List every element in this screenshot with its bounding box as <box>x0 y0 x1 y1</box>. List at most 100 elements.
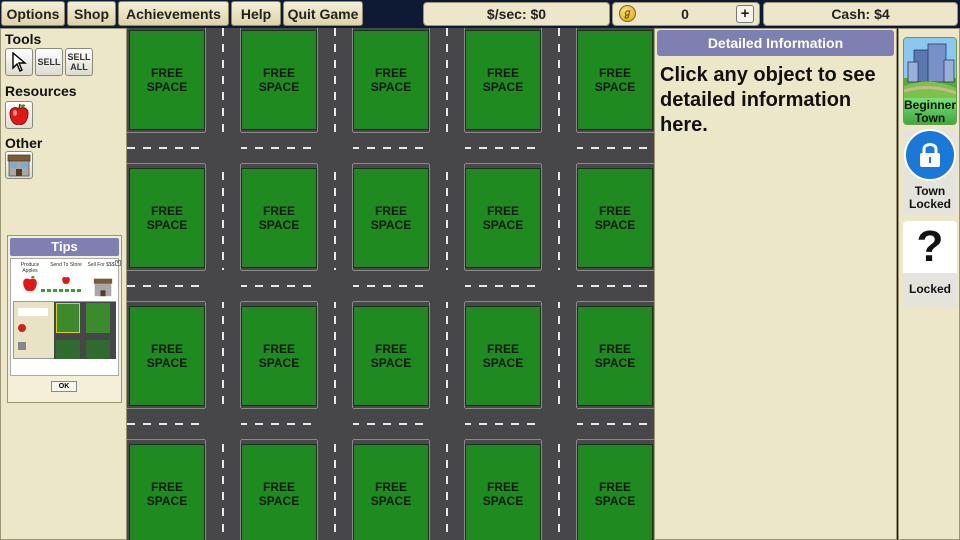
town-label-beginner: Beginner Town <box>904 98 956 125</box>
road-intersection <box>205 270 241 302</box>
padlock-badge <box>904 129 956 181</box>
tip-label-produce: Produce Apples <box>20 262 40 274</box>
tip-small-apple-icon <box>62 276 70 284</box>
town-card-locked-2[interactable]: ? Locked <box>903 221 957 307</box>
road-intersection <box>205 408 241 440</box>
free-space-lot[interactable]: FREE SPACE <box>129 306 205 406</box>
sell-tool-button[interactable]: SELL <box>35 48 63 76</box>
free-space-label: FREE SPACE <box>356 33 426 127</box>
free-space-label: FREE SPACE <box>244 309 314 403</box>
cash-display: Cash: $4 <box>763 2 958 26</box>
town-select-panel: Beginner Town Town Locked ? Locked <box>898 28 960 540</box>
free-space-lot[interactable]: FREE SPACE <box>465 444 541 540</box>
free-space-lot[interactable]: FREE SPACE <box>241 444 317 540</box>
info-body: Click any object to see detailed informa… <box>660 64 876 136</box>
detailed-info-panel: Detailed Information Click any object to… <box>654 28 897 540</box>
apple-icon <box>9 103 29 125</box>
free-space-label: FREE SPACE <box>580 309 650 403</box>
free-space-lot[interactable]: FREE SPACE <box>465 30 541 130</box>
buy-coins-button[interactable]: + <box>736 5 754 23</box>
free-space-lot[interactable]: FREE SPACE <box>241 168 317 268</box>
coin-count: 0 <box>681 6 689 22</box>
question-mark-icon: ? <box>903 221 957 273</box>
free-space-lot[interactable]: FREE SPACE <box>353 306 429 406</box>
free-space-label: FREE SPACE <box>580 447 650 540</box>
town-label-locked-2: Locked <box>903 283 957 296</box>
road-intersection <box>317 132 353 164</box>
tip-arrow <box>41 289 81 292</box>
quit-game-button[interactable]: Quit Game <box>283 1 363 26</box>
free-space-lot[interactable]: FREE SPACE <box>577 168 653 268</box>
road-intersection <box>541 408 577 440</box>
options-button[interactable]: Options <box>1 1 65 26</box>
free-space-lot[interactable]: FREE SPACE <box>353 444 429 540</box>
tips-illustration: Produce Apples Send To Store Sell For $$… <box>10 258 121 376</box>
info-header: Detailed Information <box>657 30 894 56</box>
tips-ok-button[interactable]: OK <box>51 381 77 392</box>
sell-all-label-line1: SELL <box>67 52 91 62</box>
road-intersection <box>317 408 353 440</box>
free-space-label: FREE SPACE <box>356 447 426 540</box>
free-space-lot[interactable]: FREE SPACE <box>129 444 205 540</box>
road-intersection <box>317 270 353 302</box>
free-space-label: FREE SPACE <box>244 33 314 127</box>
tip-label-send: Send To Store <box>50 262 82 268</box>
free-space-label: FREE SPACE <box>580 171 650 265</box>
other-title: Other <box>5 135 43 151</box>
free-space-lot[interactable]: FREE SPACE <box>353 168 429 268</box>
free-space-label: FREE SPACE <box>132 171 202 265</box>
free-space-label: FREE SPACE <box>356 309 426 403</box>
tip-screen-preview <box>13 301 116 359</box>
shop-button[interactable]: Shop <box>67 1 116 26</box>
tip-store-icon <box>93 278 113 297</box>
town-card-locked-1[interactable]: Town Locked <box>903 129 957 215</box>
road-intersection <box>429 270 465 302</box>
town-locked-line2: Locked <box>908 197 951 211</box>
free-space-lot[interactable]: FREE SPACE <box>577 30 653 130</box>
town-label-locked-1: Town Locked <box>903 185 957 211</box>
free-space-label: FREE SPACE <box>244 171 314 265</box>
tips-title: Tips <box>10 238 119 256</box>
sell-label: SELL <box>37 57 61 67</box>
free-space-label: FREE SPACE <box>244 447 314 540</box>
free-space-label: FREE SPACE <box>132 447 202 540</box>
free-space-lot[interactable]: FREE SPACE <box>577 444 653 540</box>
resources-title: Resources <box>5 83 77 99</box>
free-space-label: FREE SPACE <box>580 33 650 127</box>
road-intersection <box>541 270 577 302</box>
city-skyline-icon <box>904 38 956 98</box>
store-building-button[interactable] <box>5 151 33 179</box>
free-space-label: FREE SPACE <box>132 309 202 403</box>
tip-label-sell: Sell For $$$ <box>87 262 115 268</box>
free-space-lot[interactable]: FREE SPACE <box>577 306 653 406</box>
free-space-lot[interactable]: FREE SPACE <box>129 168 205 268</box>
free-space-lot[interactable]: FREE SPACE <box>465 306 541 406</box>
achievements-button[interactable]: Achievements <box>118 1 229 26</box>
city-map[interactable]: FREE SPACE FREE SPACE FREE SPACE FREE SPACE… <box>127 28 654 540</box>
per-second-income: $/sec: $0 <box>423 2 610 26</box>
arrow-cursor-icon <box>12 52 27 72</box>
select-tool-button[interactable] <box>5 48 33 76</box>
tools-title: Tools <box>5 31 42 47</box>
help-button[interactable]: Help <box>231 1 281 26</box>
road-intersection <box>429 408 465 440</box>
coin-icon: ℊ <box>619 5 636 22</box>
free-space-lot[interactable]: FREE SPACE <box>241 30 317 130</box>
tip-close-icon: × <box>115 260 121 266</box>
town-name-line2: Town <box>914 111 946 125</box>
free-space-label: FREE SPACE <box>468 33 538 127</box>
free-space-lot[interactable]: FREE SPACE <box>241 306 317 406</box>
sell-all-button[interactable]: SELL ALL <box>65 48 93 76</box>
free-space-lot[interactable]: FREE SPACE <box>465 168 541 268</box>
free-space-lot[interactable]: FREE SPACE <box>129 30 205 130</box>
apple-resource-button[interactable] <box>5 101 33 129</box>
free-space-label: FREE SPACE <box>468 447 538 540</box>
road-intersection <box>541 132 577 164</box>
road-intersection <box>205 132 241 164</box>
free-space-label: FREE SPACE <box>132 33 202 127</box>
town-card-beginner[interactable]: Beginner Town <box>903 37 957 125</box>
toolbox-panel: Tools SELL SELL ALL Resources Other Tips <box>0 28 127 540</box>
tip-apple-icon <box>23 276 37 292</box>
free-space-lot[interactable]: FREE SPACE <box>353 30 429 130</box>
town-locked-2-line1: Locked <box>908 282 951 296</box>
